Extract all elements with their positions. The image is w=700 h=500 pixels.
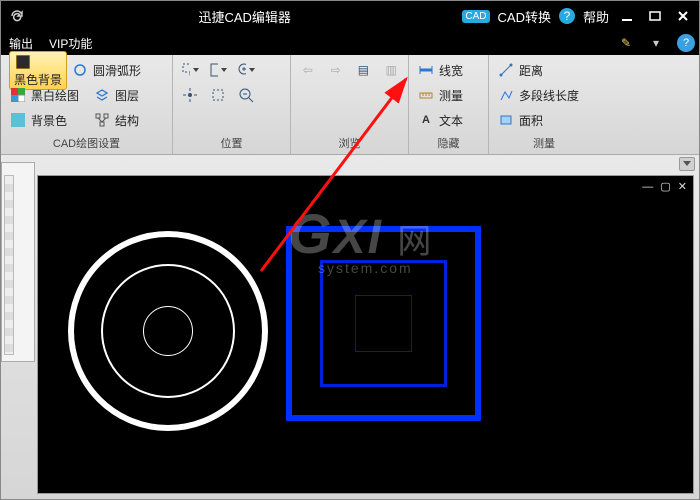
group-measure: 距离 多段线长度 面积 测量 xyxy=(489,55,599,154)
prev-view-icon: ⇦ xyxy=(299,61,317,79)
zoom-extents-icon[interactable] xyxy=(209,61,227,79)
cad-convert-button[interactable]: CAD转换 xyxy=(498,7,551,26)
next-view-icon: ⇨ xyxy=(327,61,345,79)
area-button[interactable]: 面积 xyxy=(519,112,543,129)
text-button[interactable]: 文本 xyxy=(439,112,463,129)
struct-button[interactable]: 结构 xyxy=(115,112,139,129)
pan-icon[interactable] xyxy=(181,86,199,104)
edit-icon[interactable]: ✎ xyxy=(617,34,635,52)
arc-icon xyxy=(71,61,89,79)
struct-icon xyxy=(93,111,111,129)
black-bg-icon xyxy=(14,53,32,71)
drawing-canvas[interactable]: — ▢ ✕ GGXIXI 网 system.com xyxy=(37,175,694,494)
zoom-out-icon[interactable] xyxy=(237,86,255,104)
group-label-measure: 测量 xyxy=(497,132,591,154)
close-icon[interactable] xyxy=(673,6,693,26)
group-label-browse: 浏览 xyxy=(299,132,400,154)
circle-inner xyxy=(143,306,193,356)
group-label-hide: 隐藏 xyxy=(417,132,480,154)
titlebar: 迅捷CAD编辑器 CAD CAD转换 ? 帮助 xyxy=(1,1,699,31)
canvas-window-controls[interactable]: — ▢ ✕ xyxy=(642,180,689,193)
polylen-icon xyxy=(497,86,515,104)
help-icon[interactable]: ? xyxy=(559,8,575,24)
area-icon xyxy=(497,111,515,129)
help-label[interactable]: 帮助 xyxy=(583,7,609,26)
ribbon: 黑色背景 圆滑弧形 黑白绘图 图层 背景色 结构 C xyxy=(1,55,699,155)
measure-button[interactable]: 测量 xyxy=(439,87,463,104)
minimize-icon[interactable] xyxy=(617,6,637,26)
arc-button[interactable]: 圆滑弧形 xyxy=(93,62,141,79)
bw-icon xyxy=(9,86,27,104)
ribbon-expand-icon[interactable] xyxy=(679,157,695,171)
group-label-cad: CAD绘图设置 xyxy=(9,132,164,154)
cad-badge-icon: CAD xyxy=(462,10,489,23)
group-cad-settings: 黑色背景 圆滑弧形 黑白绘图 图层 背景色 结构 C xyxy=(1,55,173,154)
layer-button[interactable]: 图层 xyxy=(115,87,139,104)
app-title: 迅捷CAD编辑器 xyxy=(27,7,462,26)
square-inner xyxy=(355,295,412,352)
menu-vip[interactable]: VIP功能 xyxy=(49,35,92,52)
app-window: 迅捷CAD编辑器 CAD CAD转换 ? 帮助 输出 VIP功能 ✎ ▾ ? 黑… xyxy=(0,0,700,500)
polylen-button[interactable]: 多段线长度 xyxy=(519,87,579,104)
menubar: 输出 VIP功能 ✎ ▾ ? xyxy=(1,31,699,55)
bgcolor-button[interactable]: 背景色 xyxy=(31,112,67,129)
group-position: 位置 xyxy=(173,55,291,154)
maximize-icon[interactable] xyxy=(645,6,665,26)
workarea: ⫠ — ▢ ✕ GGXIXI 网 system.com xyxy=(1,155,699,499)
distance-icon xyxy=(497,61,515,79)
menu-output[interactable]: 输出 xyxy=(9,35,33,52)
measure-icon xyxy=(417,86,435,104)
group-browse: ⇦ ⇨ ▤ ▥ 浏览 xyxy=(291,55,409,154)
doc2-icon: ▥ xyxy=(382,61,400,79)
zoom-window-icon[interactable] xyxy=(181,61,199,79)
distance-button[interactable]: 距离 xyxy=(519,62,543,79)
layer-icon xyxy=(93,86,111,104)
group-label-position: 位置 xyxy=(181,132,282,154)
info-icon[interactable]: ? xyxy=(677,34,695,52)
zoom-in-icon[interactable] xyxy=(237,61,255,79)
bgcolor-icon xyxy=(9,111,27,129)
doc1-icon[interactable]: ▤ xyxy=(355,61,373,79)
fit-icon[interactable] xyxy=(209,86,227,104)
redo-icon[interactable] xyxy=(7,6,27,26)
linewidth-icon xyxy=(417,61,435,79)
group-hide: 线宽 测量 A 文本 隐藏 xyxy=(409,55,489,154)
side-panel[interactable] xyxy=(1,162,35,362)
linewidth-button[interactable]: 线宽 xyxy=(439,62,463,79)
text-icon: A xyxy=(417,111,435,129)
bw-button[interactable]: 黑白绘图 xyxy=(31,87,79,104)
dropdown-icon[interactable]: ▾ xyxy=(647,34,665,52)
titlebar-right: CAD CAD转换 ? 帮助 xyxy=(462,6,693,26)
